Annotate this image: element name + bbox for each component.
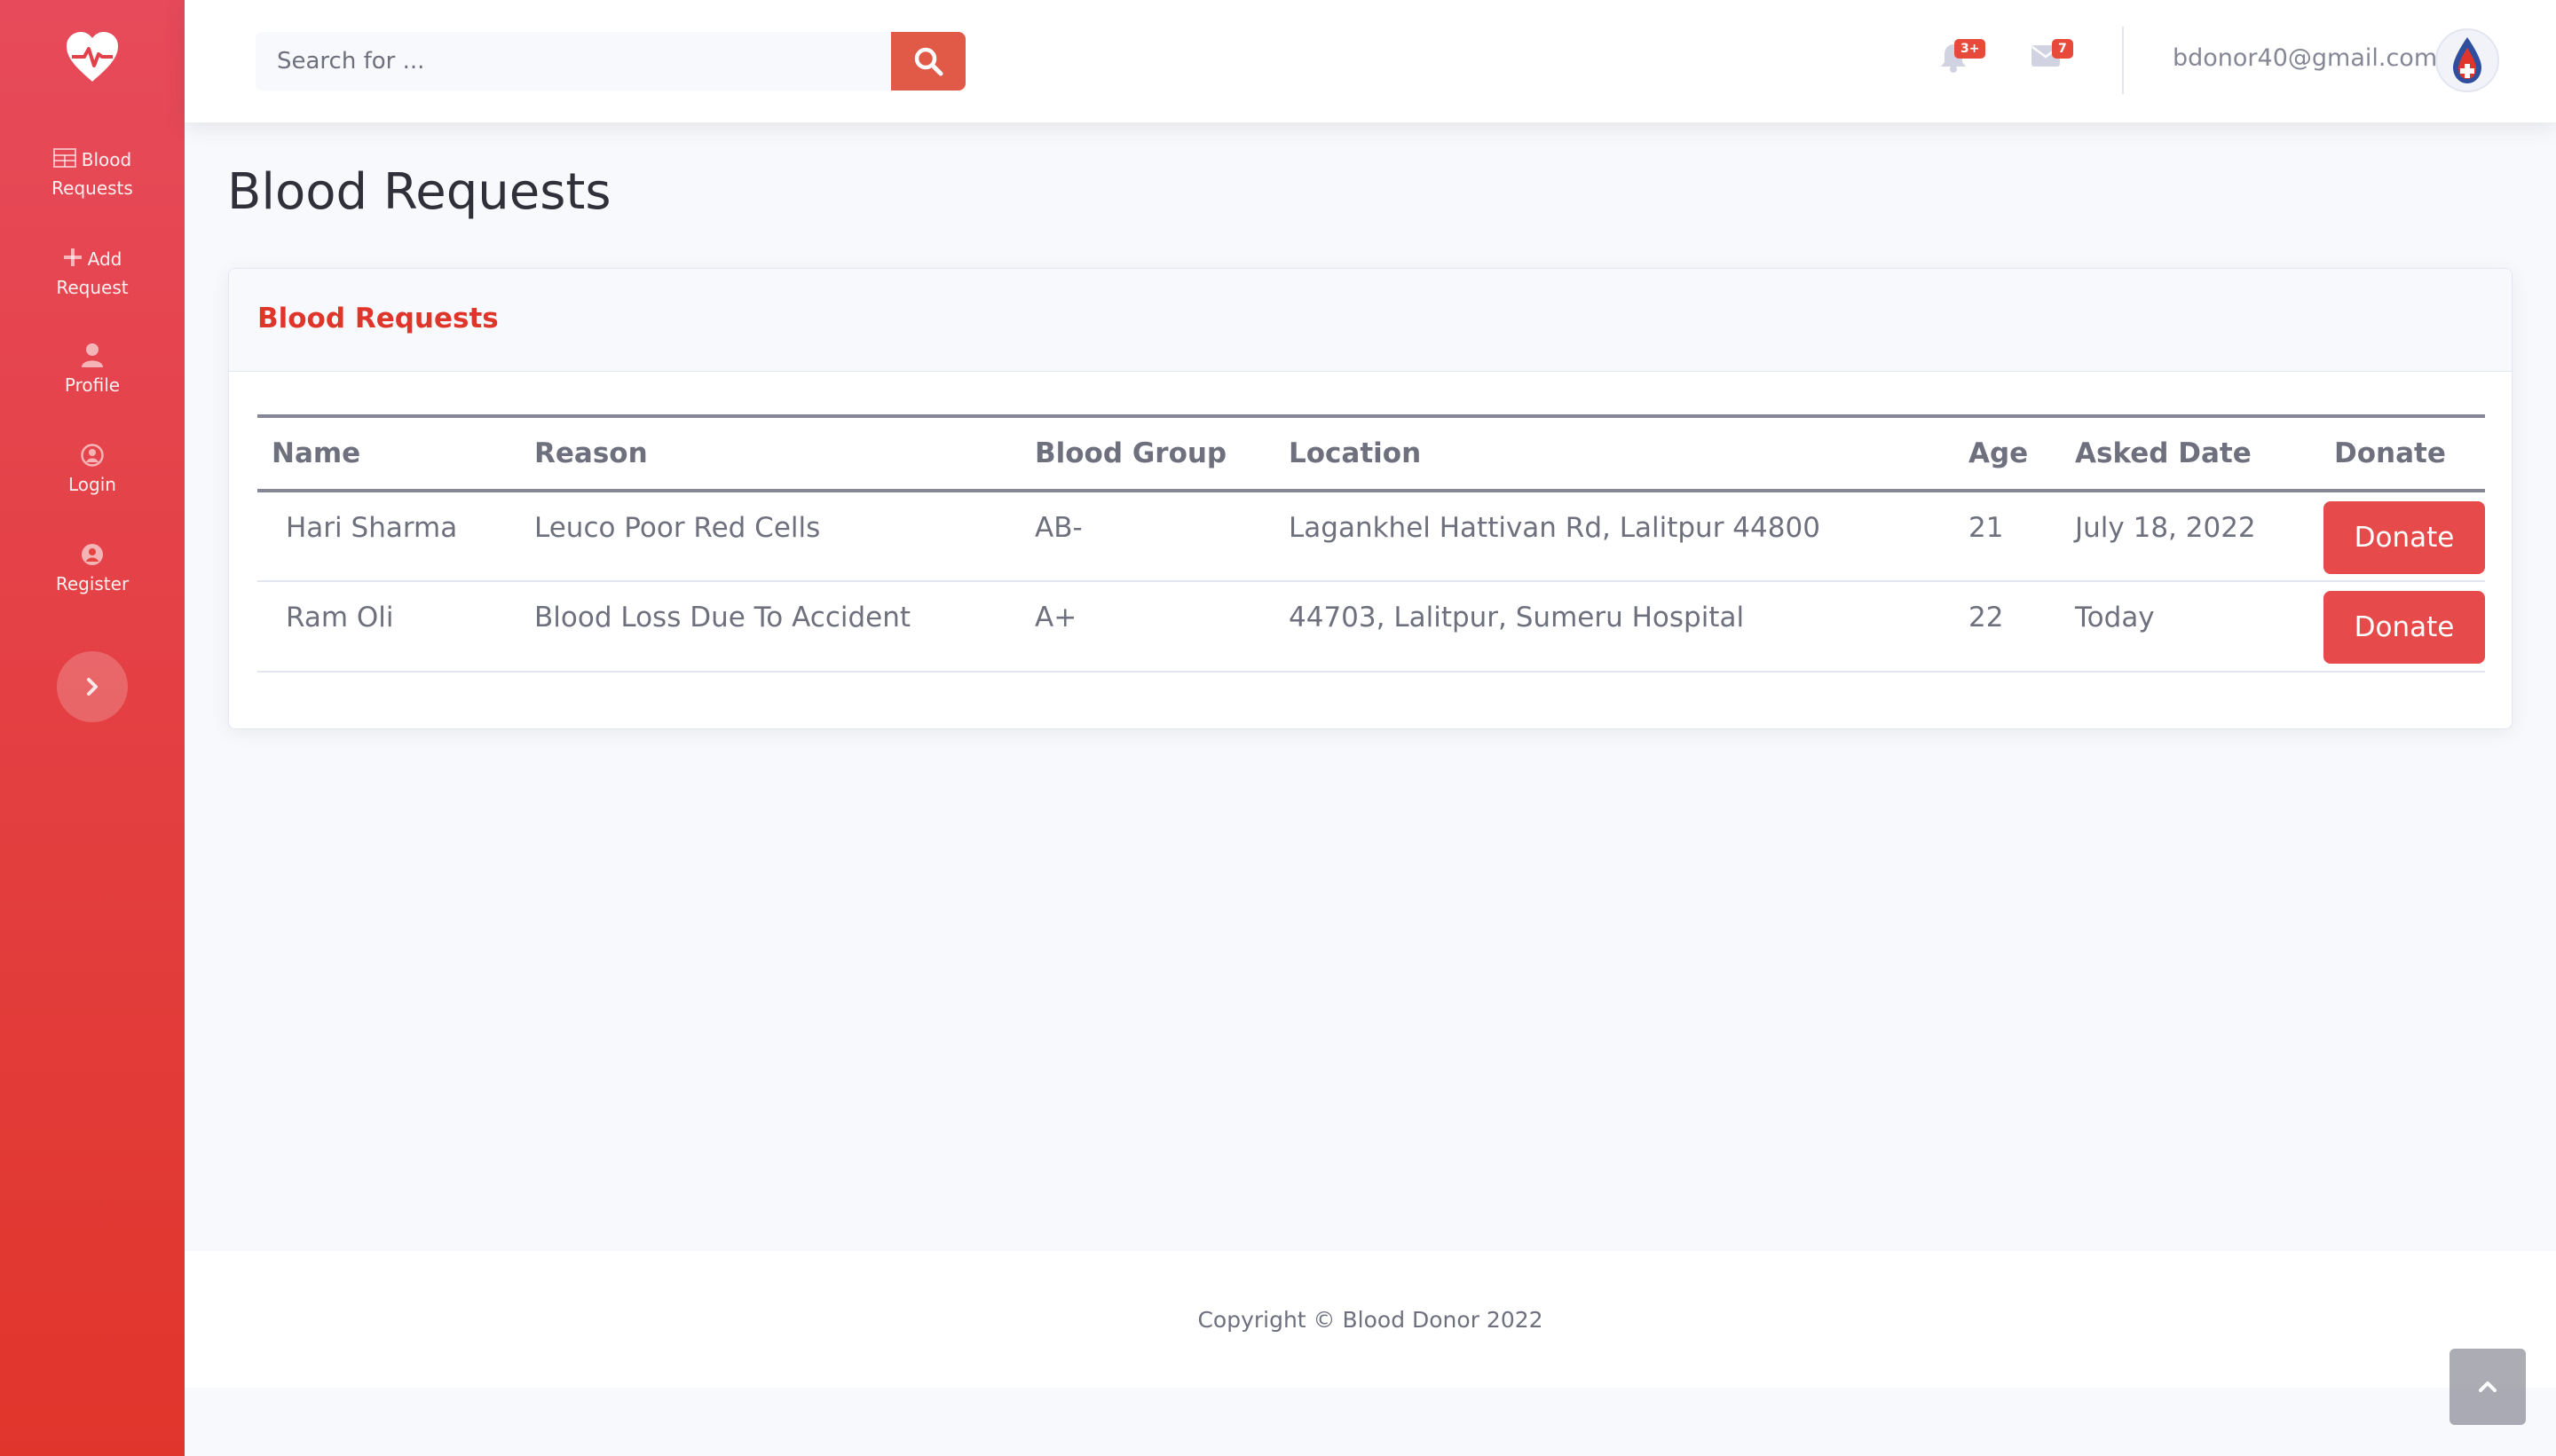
cell-reason: Blood Loss Due To Accident <box>520 581 1021 673</box>
cell-name: Hari Sharma <box>257 491 520 582</box>
donate-button[interactable]: Donate <box>2323 591 2485 664</box>
cell-reason: Leuco Poor Red Cells <box>520 491 1021 582</box>
avatar[interactable] <box>2435 28 2499 92</box>
cell-age: 22 <box>1954 581 2061 673</box>
sidebar-item-label: Profile <box>64 374 121 396</box>
plus-icon <box>63 248 82 266</box>
search-icon <box>914 47 943 76</box>
alerts-dropdown[interactable]: 3+ <box>1940 39 1986 76</box>
sidebar-item-add-request[interactable]: Add Request <box>0 245 185 302</box>
column-header-donate[interactable]: Donate <box>2320 414 2485 492</box>
topbar-divider <box>2122 27 2124 94</box>
cell-blood-group: A+ <box>1021 581 1274 673</box>
blood-requests-card: Blood Requests Name Reason Blood Group L… <box>228 268 2513 729</box>
table-icon <box>52 148 76 168</box>
sidebar-item-profile[interactable]: Profile <box>0 342 185 399</box>
copyright-text: Copyright © Blood Donor 2022 <box>1197 1306 1543 1333</box>
sidebar-item-label: Requests <box>51 177 133 199</box>
messages-dropdown[interactable]: 7 <box>2031 39 2073 71</box>
column-header-blood-group[interactable]: Blood Group <box>1021 414 1274 492</box>
search-input[interactable] <box>256 32 891 91</box>
search-button[interactable] <box>891 32 966 91</box>
sidebar-item-login[interactable]: Login <box>0 444 185 499</box>
table-header-row: Name Reason Blood Group Location Age Ask… <box>257 414 2485 492</box>
user-icon <box>82 343 103 367</box>
messages-badge: 7 <box>2052 39 2073 59</box>
page-title: Blood Requests <box>227 163 611 221</box>
topbar: 3+ 7 bdonor40@gmail.com <box>185 0 2556 122</box>
cell-location: 44703, Lalitpur, Sumeru Hospital <box>1274 581 1954 673</box>
cell-asked-date: July 18, 2022 <box>2061 491 2320 582</box>
sidebar-item-register[interactable]: Register <box>0 543 185 598</box>
column-header-asked-date[interactable]: Asked Date <box>2061 414 2320 492</box>
user-email[interactable]: bdonor40@gmail.com <box>2173 44 2437 72</box>
column-header-name[interactable]: Name <box>257 414 520 492</box>
sidebar-toggle-button[interactable] <box>57 651 128 722</box>
blood-drop-icon <box>2453 37 2481 83</box>
alerts-badge: 3+ <box>1954 39 1986 59</box>
requests-table: Name Reason Blood Group Location Age Ask… <box>257 414 2485 673</box>
heartbeat-icon[interactable] <box>61 28 123 85</box>
sidebar-item-label: Add <box>87 248 122 270</box>
sidebar-item-label: Blood <box>81 149 132 170</box>
user-circle-icon <box>82 544 103 565</box>
search-form <box>256 32 966 91</box>
sidebar-item-label: Request <box>56 277 129 298</box>
cell-name: Ram Oli <box>257 581 520 673</box>
cell-action: Donate <box>2320 581 2485 673</box>
column-header-age[interactable]: Age <box>1954 414 2061 492</box>
card-header: Blood Requests <box>229 269 2512 372</box>
requests-table-wrap: Name Reason Blood Group Location Age Ask… <box>257 414 2485 673</box>
card-title: Blood Requests <box>257 303 499 334</box>
table-row: Ram Oli Blood Loss Due To Accident A+ 44… <box>257 581 2485 673</box>
chevron-up-icon <box>2479 1381 2497 1392</box>
column-header-location[interactable]: Location <box>1274 414 1954 492</box>
chevron-right-icon <box>87 678 98 696</box>
sidebar-item-blood-requests[interactable]: Blood Requests <box>0 146 185 202</box>
sidebar: Blood Requests Add Request Profile Login… <box>0 0 185 1456</box>
sidebar-item-label: Register <box>55 573 130 594</box>
user-circle-icon <box>81 444 104 467</box>
cell-location: Lagankhel Hattivan Rd, Lalitpur 44800 <box>1274 491 1954 582</box>
column-header-reason[interactable]: Reason <box>520 414 1021 492</box>
donate-button[interactable]: Donate <box>2323 501 2485 574</box>
scroll-to-top-button[interactable] <box>2450 1349 2526 1425</box>
footer: Copyright © Blood Donor 2022 <box>185 1251 2556 1388</box>
cell-age: 21 <box>1954 491 2061 582</box>
cell-blood-group: AB- <box>1021 491 1274 582</box>
sidebar-item-label: Login <box>68 474 116 495</box>
cell-action: Donate <box>2320 491 2485 582</box>
cell-asked-date: Today <box>2061 581 2320 673</box>
table-row: Hari Sharma Leuco Poor Red Cells AB- Lag… <box>257 491 2485 582</box>
